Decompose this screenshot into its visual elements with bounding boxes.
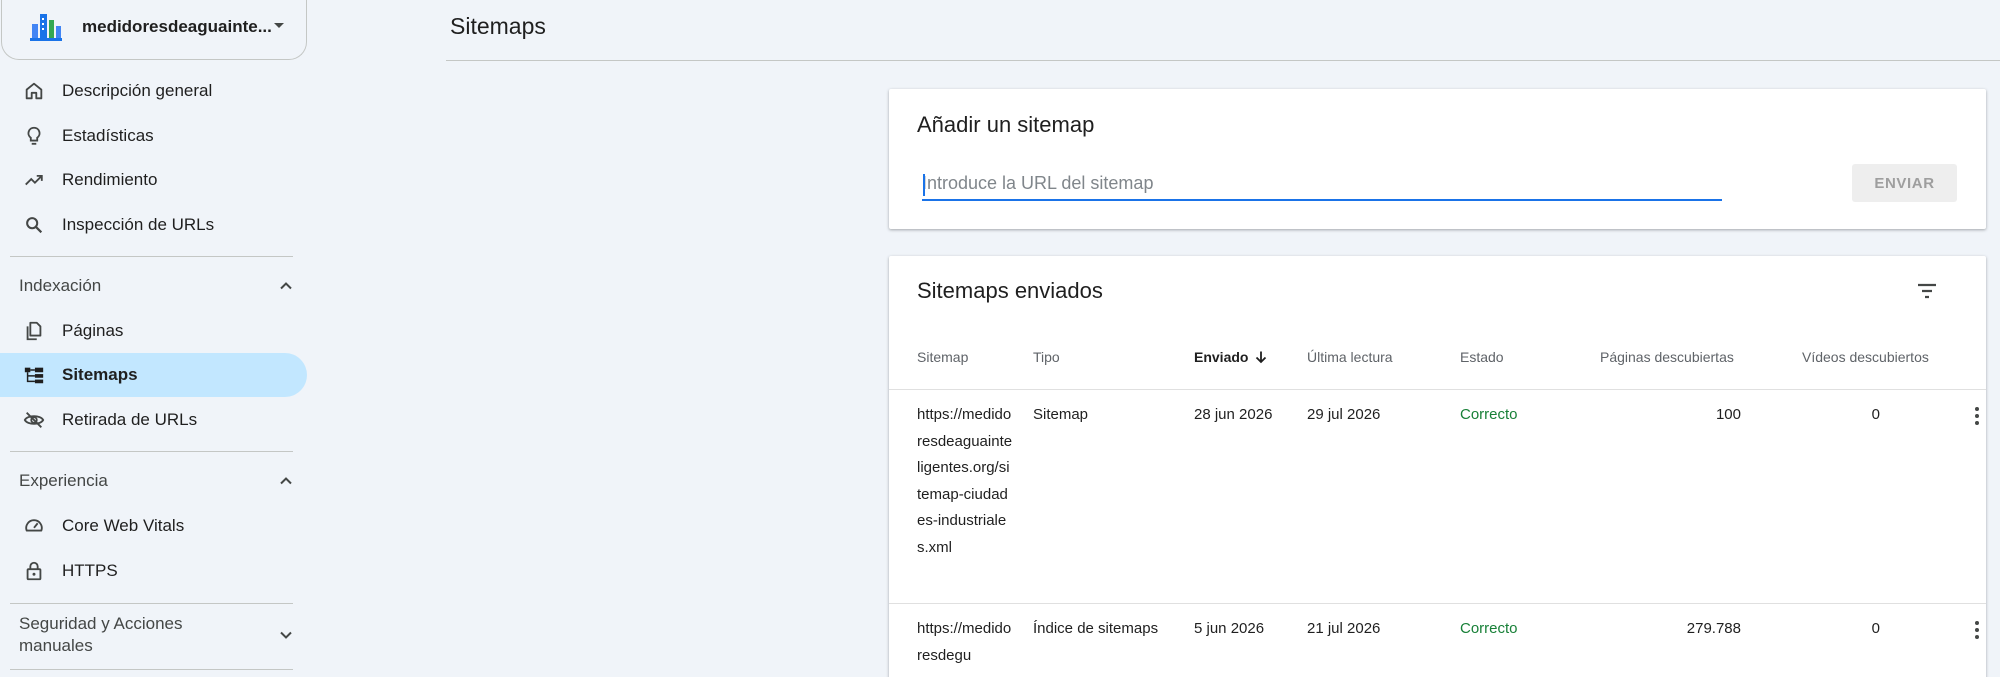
section-indexing[interactable]: Indexación (0, 275, 307, 297)
add-sitemap-card: Añadir un sitemap ENVIAR (889, 89, 1986, 229)
more-vert-icon[interactable] (1974, 407, 1980, 427)
sitemap-type: Índice de sitemaps (1033, 620, 1159, 637)
trending-up-icon (23, 169, 45, 191)
header-divider (889, 389, 1986, 390)
submitted-sitemaps-title: Sitemaps enviados (917, 278, 1103, 303)
column-header-pages-discovered[interactable]: Páginas descubiertas (1600, 349, 1734, 365)
nav-divider (10, 669, 293, 670)
nav-item-overview[interactable]: Descripción general (0, 69, 307, 113)
nav-item-url-removal[interactable]: Retirada de URLs (0, 398, 307, 442)
row-divider (889, 603, 1986, 604)
home-icon (23, 80, 45, 102)
sitemap-url[interactable]: https://medidoresdeaguainteligentes.org/… (917, 402, 1013, 561)
property-selector[interactable]: medidoresdeaguainte... (1, 0, 307, 60)
pages-discovered: 100 (1715, 406, 1741, 423)
nav-item-core-web-vitals[interactable]: Core Web Vitals (0, 504, 307, 548)
nav-item-insights[interactable]: Estadísticas (0, 114, 307, 158)
header-divider (446, 60, 2000, 61)
chevron-up-icon (279, 279, 293, 293)
sitemap-submitted-date: 28 jun 2026 (1194, 406, 1273, 423)
lock-icon (23, 560, 45, 582)
chevron-down-icon (279, 628, 293, 642)
column-header-videos-discovered[interactable]: Vídeos descubiertos (1802, 349, 1929, 365)
sitemap-last-read: 21 jul 2026 (1307, 620, 1381, 637)
property-logo-icon (30, 14, 62, 41)
speed-icon (23, 515, 45, 537)
submitted-sitemaps-card: Sitemaps enviados Sitemap Tipo Enviado Ú… (889, 256, 1986, 677)
sitemap-type: Sitemap (1033, 406, 1089, 423)
pages-discovered: 279.788 (1686, 620, 1741, 637)
page-title: Sitemaps (450, 13, 546, 39)
sitemap-url-input[interactable] (922, 171, 1722, 201)
column-header-status[interactable]: Estado (1460, 349, 1504, 365)
sidebar: medidoresdeaguainte... Descripción gener… (0, 0, 312, 677)
nav-item-performance[interactable]: Rendimiento (0, 158, 307, 202)
nav-item-url-inspection[interactable]: Inspección de URLs (0, 203, 307, 247)
nav-item-pages[interactable]: Páginas (0, 309, 307, 353)
add-sitemap-title: Añadir un sitemap (917, 112, 1095, 137)
nav-divider (10, 256, 293, 257)
nav-divider (10, 451, 293, 452)
videos-discovered: 0 (1871, 406, 1880, 423)
videos-discovered: 0 (1871, 620, 1880, 637)
arrow-down-icon (1256, 351, 1267, 364)
pages-icon (23, 320, 45, 342)
filter-icon[interactable] (1914, 278, 1940, 304)
sitemap-icon (23, 364, 45, 386)
status-badge: Correcto (1460, 620, 1518, 637)
visibility-off-icon (23, 409, 45, 431)
caret-down-icon (274, 23, 284, 28)
column-header-last-read[interactable]: Última lectura (1307, 349, 1393, 365)
chevron-up-icon (279, 474, 293, 488)
column-header-sitemap[interactable]: Sitemap (917, 349, 968, 365)
search-icon (23, 214, 45, 236)
nav-divider (10, 603, 293, 604)
property-name: medidoresdeaguainte... (82, 17, 272, 36)
lightbulb-icon (23, 125, 45, 147)
sitemap-submitted-date: 5 jun 2026 (1194, 620, 1265, 637)
column-header-submitted[interactable]: Enviado (1194, 349, 1268, 365)
section-security[interactable]: Seguridad y Acciones manuales (0, 612, 307, 658)
submit-sitemap-button[interactable]: ENVIAR (1852, 164, 1957, 202)
status-badge: Correcto (1460, 406, 1518, 423)
text-cursor (923, 174, 925, 196)
sitemap-last-read: 29 jul 2026 (1307, 406, 1381, 423)
nav-item-https[interactable]: HTTPS (0, 549, 307, 593)
column-header-type[interactable]: Tipo (1033, 349, 1060, 365)
sitemap-url[interactable]: https://medidoresdegu (917, 616, 1013, 669)
nav-item-sitemaps[interactable]: Sitemaps (0, 353, 307, 397)
more-vert-icon[interactable] (1974, 621, 1980, 641)
app-window: medidoresdeaguainte... Descripción gener… (0, 0, 2000, 677)
section-experience[interactable]: Experiencia (0, 470, 307, 492)
